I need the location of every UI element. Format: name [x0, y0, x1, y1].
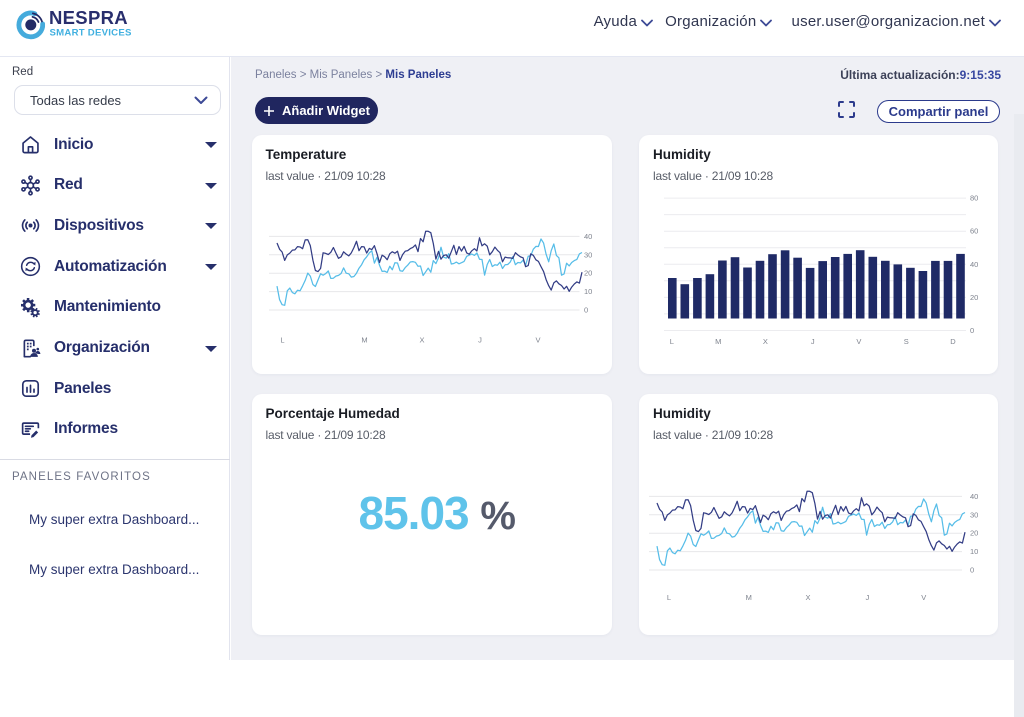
svg-text:80: 80	[970, 194, 978, 203]
svg-text:0: 0	[584, 306, 588, 315]
svg-text:D: D	[950, 337, 956, 346]
svg-text:M: M	[746, 593, 752, 602]
svg-text:X: X	[805, 593, 810, 602]
svg-text:20: 20	[970, 529, 978, 538]
svg-text:30: 30	[584, 250, 592, 259]
svg-text:J: J	[866, 593, 870, 602]
svg-text:V: V	[856, 337, 861, 346]
svg-text:40: 40	[970, 492, 978, 501]
svg-text:M: M	[715, 337, 721, 346]
svg-text:40: 40	[584, 232, 592, 241]
svg-text:L: L	[670, 337, 674, 346]
svg-text:30: 30	[970, 510, 978, 519]
svg-text:20: 20	[584, 269, 592, 278]
svg-text:X: X	[763, 337, 768, 346]
svg-text:0: 0	[970, 566, 974, 575]
svg-text:M: M	[361, 336, 367, 345]
svg-text:V: V	[921, 593, 926, 602]
svg-text:NESPRA: NESPRA	[49, 7, 128, 28]
svg-text:10: 10	[970, 547, 978, 556]
svg-text:X: X	[419, 336, 424, 345]
svg-text:J: J	[811, 337, 815, 346]
svg-text:SMART DEVICES: SMART DEVICES	[50, 28, 132, 39]
svg-text:10: 10	[584, 287, 592, 296]
svg-text:V: V	[535, 336, 540, 345]
svg-text:J: J	[478, 336, 482, 345]
svg-text:S: S	[904, 337, 909, 346]
svg-text:40: 40	[970, 260, 978, 269]
svg-text:L: L	[280, 336, 284, 345]
svg-text:L: L	[667, 593, 671, 602]
svg-text:0: 0	[970, 326, 974, 335]
svg-text:20: 20	[970, 293, 978, 302]
svg-text:60: 60	[970, 227, 978, 236]
